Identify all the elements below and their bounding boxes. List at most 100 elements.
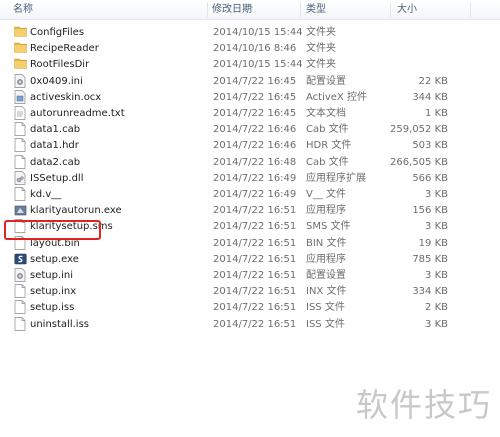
file-size: 259,052 KB: [390, 124, 448, 136]
file-row[interactable]: setup.ini 2014/7/22 16:51 配置设置 3 KB: [0, 268, 500, 283]
file-name: klarityautorun.exe: [30, 205, 122, 217]
file-type: SMS 文件: [306, 221, 351, 233]
activex-file-icon: [14, 89, 26, 104]
file-name: uninstall.iss: [30, 318, 89, 330]
file-type: Cab 文件: [306, 124, 349, 136]
file-type: INX 文件: [306, 286, 347, 298]
generic-file-icon: [14, 187, 26, 201]
file-name: setup.exe: [30, 253, 79, 265]
file-date: 2014/7/22 16:51: [213, 237, 297, 249]
file-size: 566 KB: [412, 172, 448, 184]
file-size: 334 KB: [412, 286, 448, 298]
file-date: 2014/10/15 15:44: [213, 59, 303, 71]
column-divider[interactable]: [207, 2, 208, 17]
file-name: ConfigFiles: [30, 27, 85, 38]
generic-file-icon: [14, 138, 26, 153]
column-divider[interactable]: [470, 2, 471, 17]
column-header-size[interactable]: 大小: [397, 0, 417, 19]
file-type: V__ 文件: [306, 189, 347, 200]
file-size: 1 KB: [425, 108, 448, 119]
column-divider[interactable]: [390, 2, 391, 17]
dll-file-icon: [14, 170, 26, 185]
file-type: HDR 文件: [306, 140, 352, 152]
settings-file-icon: [14, 73, 26, 88]
file-type: 应用程序扩展: [306, 172, 366, 184]
column-header-name[interactable]: 名称: [13, 0, 33, 19]
setup-exe-icon: [14, 252, 27, 266]
file-size: 2 KB: [425, 302, 448, 314]
file-name: data1.hdr: [30, 140, 79, 152]
file-name: 0x0409.ini: [30, 75, 83, 87]
file-name: data1.cab: [30, 124, 81, 136]
watermark-text: 软件技巧: [356, 386, 493, 424]
file-size: 3 KB: [425, 221, 448, 233]
file-size: 344 KB: [412, 91, 448, 103]
generic-file-icon: [14, 300, 26, 315]
folder-icon: [14, 25, 27, 39]
file-name: data2.cab: [30, 156, 81, 168]
file-type: ActiveX 控件: [306, 91, 367, 103]
file-date: 2014/7/22 16:49: [213, 172, 297, 184]
column-divider[interactable]: [300, 2, 301, 17]
file-size: 19 KB: [418, 237, 448, 249]
file-row[interactable]: setup.exe 2014/7/22 16:51 应用程序 785 KB: [0, 252, 500, 267]
file-type: 应用程序: [306, 253, 346, 265]
file-type: 文件夹: [306, 59, 336, 71]
file-type: 文本文档: [306, 108, 346, 119]
file-date: 2014/7/22 16:51: [213, 270, 297, 281]
file-date: 2014/7/22 16:51: [213, 253, 297, 265]
file-date: 2014/7/22 16:49: [213, 189, 297, 200]
file-name: setup.iss: [30, 302, 75, 314]
file-row[interactable]: setup.inx 2014/7/22 16:51 INX 文件 334 KB: [0, 284, 500, 299]
file-type: 应用程序: [306, 205, 346, 217]
settings-file-icon: [14, 268, 26, 282]
file-type: 文件夹: [306, 43, 336, 55]
file-row[interactable]: setup.iss 2014/7/22 16:51 ISS 文件 2 KB: [0, 300, 500, 315]
file-row[interactable]: data1.cab 2014/7/22 16:46 Cab 文件 259,052 KB: [0, 122, 500, 137]
folder-icon: [14, 41, 27, 55]
file-type: ISS 文件: [306, 318, 345, 330]
file-row[interactable]: ISSetup.dll 2014/7/22 16:49 应用程序扩展 566 KB: [0, 170, 500, 186]
app-exe-icon: [14, 203, 27, 217]
file-name: activeskin.ocx: [30, 91, 102, 103]
file-type: Cab 文件: [306, 156, 349, 168]
file-date: 2014/7/22 16:51: [213, 286, 297, 298]
file-date: 2014/7/22 16:51: [213, 302, 297, 314]
file-row[interactable]: data1.hdr 2014/7/22 16:46 HDR 文件 503 KB: [0, 138, 500, 153]
generic-file-icon: [14, 284, 26, 299]
file-row[interactable]: activeskin.ocx 2014/7/22 16:45 ActiveX 控件 3…: [0, 89, 500, 105]
file-date: 2014/7/22 16:46: [213, 124, 297, 136]
file-size: 3 KB: [425, 270, 448, 281]
file-row[interactable]: ConfigFiles 2014/10/15 15:44 文件夹: [0, 25, 500, 40]
folder-icon: [14, 57, 27, 71]
file-row[interactable]: RecipeReader 2014/10/16 8:46 文件夹: [0, 41, 500, 56]
column-header-date[interactable]: 修改日期: [212, 0, 252, 19]
file-name: kd.v__: [30, 189, 62, 200]
file-date: 2014/10/15 15:44: [213, 27, 303, 38]
file-date: 2014/10/16 8:46: [213, 43, 297, 55]
file-date: 2014/7/22 16:51: [213, 318, 297, 330]
file-type: 配置设置: [306, 270, 346, 281]
generic-file-icon: [14, 316, 26, 331]
file-name: autorunreadme.txt: [30, 108, 125, 119]
file-date: 2014/7/22 16:48: [213, 156, 297, 168]
file-size: 156 KB: [412, 205, 448, 217]
file-name: setup.ini: [30, 270, 74, 281]
file-row[interactable]: data2.cab 2014/7/22 16:48 Cab 文件 266,505 KB: [0, 154, 500, 170]
file-row[interactable]: kd.v__ 2014/7/22 16:49 V__ 文件 3 KB: [0, 187, 500, 202]
file-date: 2014/7/22 16:51: [213, 205, 297, 217]
text-file-icon: [14, 106, 26, 120]
file-name: RecipeReader: [30, 43, 99, 55]
file-row[interactable]: autorunreadme.txt 2014/7/22 16:45 文本文档 1 KB: [0, 106, 500, 121]
file-size: 3 KB: [425, 318, 448, 330]
file-date: 2014/7/22 16:51: [213, 221, 297, 233]
column-header-type[interactable]: 类型: [306, 0, 326, 19]
file-size: 266,505 KB: [390, 156, 448, 168]
file-row[interactable]: RootFilesDir 2014/10/15 15:44 文件夹: [0, 57, 500, 72]
file-date: 2014/7/22 16:45: [213, 91, 297, 103]
file-row[interactable]: 0x0409.ini 2014/7/22 16:45 配置设置 22 KB: [0, 73, 500, 89]
file-row[interactable]: uninstall.iss 2014/7/22 16:51 ISS 文件 3 KB: [0, 316, 500, 332]
file-size: 785 KB: [412, 253, 448, 265]
file-row[interactable]: klarityautorun.exe 2014/7/22 16:51 应用程序 156…: [0, 203, 500, 218]
file-date: 2014/7/22 16:46: [213, 140, 297, 152]
